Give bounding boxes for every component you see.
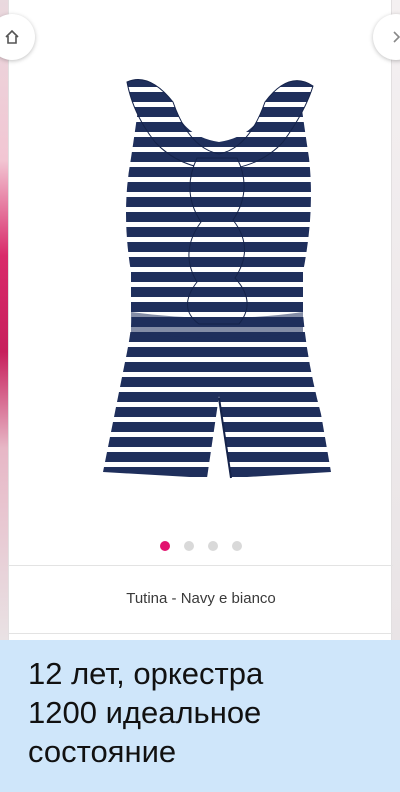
message-line-1: 12 лет, оркестра — [28, 656, 264, 691]
message-line-2: 1200 идеальное — [28, 695, 262, 730]
product-card: Tutina - Navy e bianco — [0, 0, 400, 640]
next-button[interactable] — [373, 14, 400, 60]
message-bubble: 12 лет, оркестра 1200 идеальное состояни… — [0, 640, 400, 792]
home-icon — [5, 29, 19, 44]
carousel-dot-2[interactable] — [184, 541, 194, 551]
product-image[interactable] — [69, 62, 359, 502]
divider-top — [9, 565, 393, 566]
next-icon — [393, 31, 400, 43]
romper-illustration — [103, 79, 331, 479]
center-ruffle — [187, 157, 248, 325]
message-line-3: состояние — [28, 734, 177, 769]
previous-button[interactable] — [0, 14, 35, 60]
carousel-indicator — [9, 541, 393, 551]
carousel-dot-3[interactable] — [208, 541, 218, 551]
carousel-dot-1[interactable] — [160, 541, 170, 551]
divider-bottom — [9, 633, 393, 634]
carousel-dot-4[interactable] — [232, 541, 242, 551]
product-name[interactable]: Tutina - Navy e bianco — [9, 590, 393, 607]
